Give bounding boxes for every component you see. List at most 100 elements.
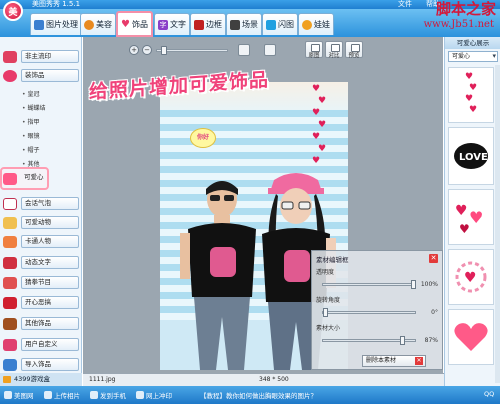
thumb-heart-banner[interactable]: [448, 309, 494, 365]
fit-button[interactable]: [238, 44, 250, 56]
person-left: [180, 181, 256, 370]
tab-flash[interactable]: 闪图: [262, 13, 298, 35]
svg-text:♥: ♥: [459, 222, 470, 236]
thumb-heart-cluster[interactable]: ♥ ♥ ♥: [448, 189, 494, 245]
preview-button[interactable]: 预览: [345, 41, 363, 59]
size-value: 87%: [424, 337, 438, 344]
tab-label: 图片处理: [46, 20, 78, 29]
sidebar-item-label: 会话气泡: [21, 197, 79, 210]
heart-column-sticker[interactable]: ♥ ♥ ♥ ♥ ♥ ♥ ♥: [310, 82, 330, 172]
svg-text:♥: ♥: [465, 94, 473, 104]
sidebar-item-label: 用户自定义: [21, 338, 79, 351]
size-slider[interactable]: [322, 336, 416, 345]
category-select[interactable]: 可爱心: [448, 51, 498, 62]
heart-icon: ♥: [318, 96, 327, 106]
size-slider-knob[interactable]: [399, 336, 405, 345]
file-name: 1111.jpg: [89, 376, 116, 383]
sidebar-item-label: 开心恶搞: [21, 296, 79, 309]
right-panel-scrollbar[interactable]: [495, 65, 500, 383]
sidebar-item-bubble[interactable]: 会话气泡: [3, 196, 79, 211]
svg-text:♥: ♥: [465, 72, 473, 82]
close-icon[interactable]: ✕: [429, 254, 438, 263]
svg-text:♥: ♥: [455, 203, 468, 219]
bottom-item-label: 网上冲印: [146, 392, 172, 400]
zoom-in-button[interactable]: +: [129, 45, 139, 55]
rotation-slider[interactable]: [322, 308, 416, 317]
actual-size-button[interactable]: [264, 44, 276, 56]
phone-icon: [90, 391, 98, 399]
heart-icon: [3, 172, 17, 185]
svg-text:♥: ♥: [469, 83, 477, 93]
subitem-bow[interactable]: 蝴蝶结: [22, 103, 46, 112]
sidebar-item-misc[interactable]: 其他饰品: [3, 316, 79, 331]
game-box-link[interactable]: 4399游戏盒: [0, 373, 82, 386]
sidebar-item-label: 可爱动物: [21, 216, 79, 229]
canvas-area: + − 原图 对比 预览 你好 ♥ ♥ ♥ ♥ ♥ ♥ ♥ 给照片增加可爱饰品 …: [83, 37, 443, 373]
toolbar: + − 原图 对比 预览: [129, 41, 399, 59]
send-to-phone-button[interactable]: 发到手机: [90, 390, 126, 400]
status-bar: 1111.jpg 348 * 500: [83, 373, 444, 386]
heart-cluster-icon: ♥ ♥ ♥: [455, 203, 483, 236]
sidebar-item-label: 可爱心: [24, 173, 44, 181]
tab-frame[interactable]: 边框: [190, 13, 226, 35]
left-panel: 非主流印 装饰品 皇冠 蝴蝶结 指甲 眼镜 帽子 其他 可爱心 会话气泡 可爱动…: [0, 37, 82, 386]
tab-text[interactable]: 字 文字: [154, 13, 190, 35]
delete-sticker-button[interactable]: 删除本素材 ✕: [362, 355, 426, 367]
online-print-button[interactable]: 网上冲印: [136, 390, 172, 400]
image-dimensions: 348 * 500: [259, 376, 289, 383]
upload-photo-button[interactable]: 上传相片: [44, 390, 80, 400]
thumb-heart-column[interactable]: ♥ ♥ ♥ ♥: [448, 67, 494, 123]
sidebar-item-cute-heart[interactable]: 可爱心: [3, 171, 79, 186]
qq-link[interactable]: QQ: [484, 390, 494, 398]
rotation-slider-knob[interactable]: [323, 308, 328, 317]
stamp-icon: [3, 50, 17, 63]
tab-beauty[interactable]: 美容: [80, 13, 116, 35]
heart-icon: ♥: [318, 120, 327, 130]
sidebar-item-label: 装饰品: [21, 69, 79, 82]
cartoon-icon: [3, 235, 17, 248]
right-panel: 可爱心展示 可爱心 ♥ ♥ ♥ ♥ LOVE ♥ ♥ ♥ ♥: [444, 37, 500, 386]
watermark-line1: 脚本之家: [435, 0, 496, 18]
sidebar-item-label: 卡通人物: [21, 235, 79, 248]
zoom-slider[interactable]: [156, 45, 228, 55]
sidebar-item-decor[interactable]: 装饰品: [3, 68, 79, 83]
upload-icon: [44, 391, 52, 399]
sidebar-item-anim-text[interactable]: 动态文字: [3, 255, 79, 270]
sidebar-item-fun[interactable]: 开心恶搞: [3, 295, 79, 310]
import-accessory-button[interactable]: 导入饰品: [3, 357, 79, 372]
heart-icon: ♥: [312, 132, 321, 142]
subitem-glasses[interactable]: 眼镜: [22, 131, 40, 140]
meitu-site-link[interactable]: 美图网: [4, 390, 34, 400]
speech-bubble-sticker[interactable]: 你好: [190, 128, 216, 148]
sidebar-item-rps[interactable]: 猜拳节目: [3, 275, 79, 290]
thumb-love-badge[interactable]: LOVE: [448, 127, 494, 185]
bottom-item-label: 发到手机: [100, 392, 126, 400]
doll-icon: [302, 19, 312, 30]
zoom-slider-knob[interactable]: [161, 45, 167, 55]
sidebar-item-stamp[interactable]: 非主流印: [3, 49, 79, 64]
compare-button[interactable]: 对比: [325, 41, 343, 59]
tab-doll[interactable]: 娃娃: [298, 13, 334, 35]
subitem-hat[interactable]: 帽子: [22, 145, 40, 154]
anim-text-icon: [3, 256, 17, 269]
zoom-out-button[interactable]: −: [142, 45, 152, 55]
subitem-nails[interactable]: 指甲: [22, 117, 40, 126]
sidebar-item-animal[interactable]: 可爱动物: [3, 215, 79, 230]
sidebar-item-custom[interactable]: 用户自定义: [3, 337, 79, 352]
tab-photo-edit[interactable]: 图片处理: [30, 13, 82, 35]
svg-text:♥: ♥: [464, 270, 477, 286]
opacity-slider-knob[interactable]: [411, 280, 416, 289]
thumb-heart-ring[interactable]: ♥: [448, 249, 494, 305]
original-button[interactable]: 原图: [305, 41, 323, 59]
print-icon: [136, 391, 144, 399]
tab-accessories[interactable]: ♥ 饰品: [116, 11, 153, 37]
watermark-line2: www.Jb51.net: [423, 19, 494, 30]
sidebar-item-cartoon[interactable]: 卡通人物: [3, 234, 79, 249]
user-icon: [3, 338, 17, 351]
subitem-crown[interactable]: 皇冠: [22, 89, 40, 98]
opacity-slider[interactable]: [322, 280, 416, 289]
tutorial-link[interactable]: 【教程】教你如何做出胸眼效果的图片？: [200, 390, 317, 400]
tab-scene[interactable]: 场景: [226, 13, 262, 35]
heart-column-icon: ♥ ♥ ♥ ♥: [465, 72, 477, 115]
delete-label: 删除本素材: [366, 357, 397, 364]
